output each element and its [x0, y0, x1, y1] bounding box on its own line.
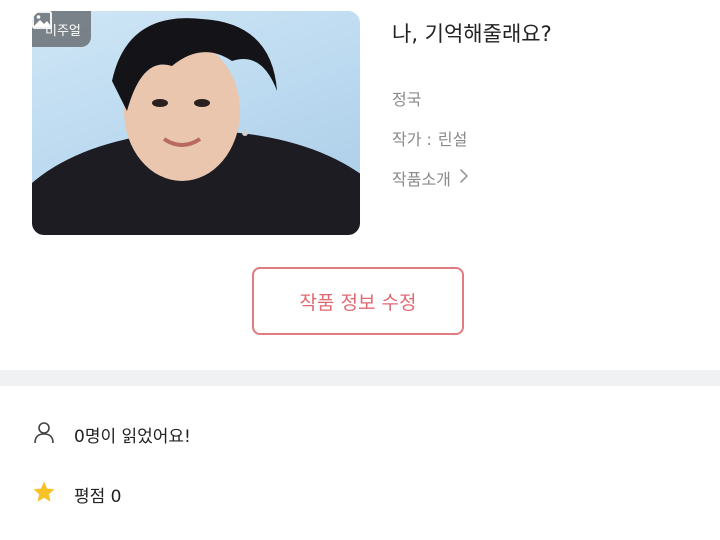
author-name[interactable]: 린설 — [438, 126, 467, 150]
rating-row: 평점 0 — [32, 480, 122, 509]
intro-label: 작품소개 — [392, 170, 451, 189]
intro-link[interactable]: 작품소개 — [392, 166, 469, 190]
person-icon — [32, 420, 56, 449]
rating-text: 평점 0 — [74, 487, 122, 507]
visual-badge: 비주얼 — [32, 11, 91, 47]
edit-work-info-button[interactable]: 작품 정보 수정 — [252, 267, 464, 335]
character-name: 정국 — [392, 90, 422, 109]
work-title: 나, 기억해줄래요? — [392, 22, 552, 46]
author-row: 작가 : 린설 — [392, 126, 467, 150]
section-divider — [0, 370, 720, 386]
author-label: 작가 : — [392, 130, 432, 149]
reads-row: 0명이 읽었어요! — [32, 420, 191, 449]
cover-image[interactable]: 비주얼 — [32, 11, 360, 235]
star-icon — [32, 480, 56, 509]
edit-work-info-label: 작품 정보 수정 — [299, 291, 417, 314]
reads-count-text: 0명이 읽었어요! — [74, 427, 191, 447]
chevron-right-icon — [459, 168, 469, 188]
